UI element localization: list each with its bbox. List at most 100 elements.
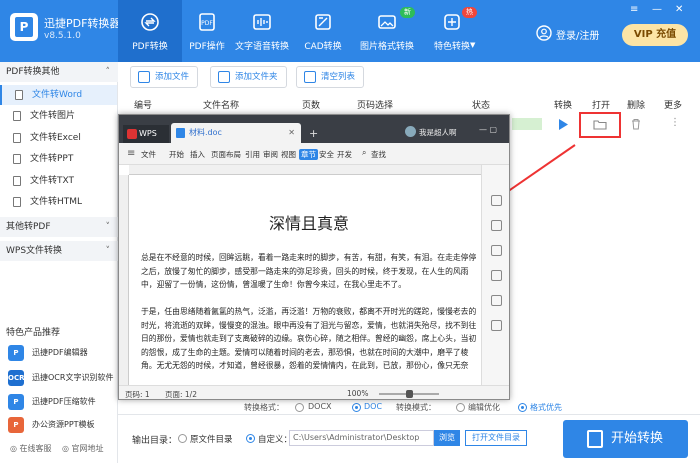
ribbon-reference[interactable]: 引用 xyxy=(245,149,260,160)
paragraph-1: 总是在不经意的时候，回眸远眺，看着一路走来时的脚步，有苦，有甜，有笑，有泪。在走… xyxy=(141,253,477,289)
product-ocr[interactable]: OCR 迅捷OCR文字识别软件 xyxy=(8,367,113,389)
vertical-ruler xyxy=(119,175,129,385)
login-link[interactable]: 登录/注册 xyxy=(556,27,599,42)
tab-pdf-convert[interactable]: PDF转换 xyxy=(118,0,182,62)
sidebar-item-to-ppt[interactable]: 文件转PPT xyxy=(0,149,117,169)
vip-button[interactable]: VIP 充值 xyxy=(622,24,688,46)
search-icon[interactable]: ⌕ xyxy=(362,148,366,158)
wps-doc-tab[interactable]: 材料.doc ✕ xyxy=(171,123,301,143)
online-service-link[interactable]: ◎ 在线客服 xyxy=(10,443,52,454)
output-label: 输出目录： xyxy=(132,436,178,446)
ribbon-view[interactable]: 视图 xyxy=(281,149,296,160)
sidebar-item-to-word[interactable]: 文件转Word xyxy=(0,85,117,105)
close-tab-icon[interactable]: ✕ xyxy=(288,123,295,143)
product-label: 迅捷OCR文字识别软件 xyxy=(32,373,114,382)
pdf-ops-icon: PDF xyxy=(199,13,215,31)
sidebar-item-to-excel[interactable]: 文件转Excel xyxy=(0,128,117,148)
product-ppt-template[interactable]: P 办公资源PPT模板 xyxy=(8,414,95,436)
group-label: PDF转换其他 xyxy=(6,67,60,77)
sidebar-item-to-image[interactable]: 文件转图片 xyxy=(0,106,117,126)
zoom-handle[interactable] xyxy=(406,390,413,398)
open-directory-button[interactable]: 打开文件目录 xyxy=(465,430,527,446)
tool-icon[interactable] xyxy=(491,220,502,231)
ribbon-find[interactable]: 查找 xyxy=(371,149,386,160)
wps-username: 我是超人啊 xyxy=(419,128,457,137)
wps-home-tab[interactable]: WPS xyxy=(123,125,169,143)
tool-icon[interactable] xyxy=(491,320,502,331)
hamburger-icon[interactable]: ≡ xyxy=(127,148,135,159)
format-label: 转换格式： xyxy=(244,403,284,412)
more-icon[interactable]: ⋮ xyxy=(670,117,680,128)
minimize-icon[interactable]: — xyxy=(652,4,662,15)
doc-radio[interactable] xyxy=(352,403,361,412)
start-convert-button[interactable]: 开始转换 xyxy=(563,420,688,458)
tab-text-speech[interactable]: 文字语音转换 xyxy=(230,0,294,62)
ribbon-layout[interactable]: 页面布局 xyxy=(211,149,241,160)
original-dir-label: 原文件目录 xyxy=(190,435,233,445)
original-dir-radio[interactable] xyxy=(178,434,187,443)
image-icon xyxy=(378,15,396,29)
website-link[interactable]: ◎ 官网地址 xyxy=(62,443,104,454)
trash-icon[interactable] xyxy=(631,118,641,130)
docx-radio[interactable] xyxy=(295,403,304,412)
ocr-icon: OCR xyxy=(8,370,24,386)
tab-label: PDF转换 xyxy=(132,42,168,52)
ribbon-file[interactable]: 文件 xyxy=(141,149,156,160)
ribbon-section[interactable]: 章节 xyxy=(299,149,318,160)
ribbon-review[interactable]: 审阅 xyxy=(263,149,278,160)
browse-button[interactable]: 浏览 xyxy=(434,430,460,446)
feature-icon xyxy=(444,14,460,30)
pdf-editor-icon: P xyxy=(8,345,24,361)
file-icon xyxy=(13,133,21,143)
avatar[interactable] xyxy=(405,126,416,137)
wps-window[interactable]: WPS 材料.doc ✕ + 我是超人啊 — ▢ ≡ 文件 开始 插入 页面布局 … xyxy=(118,114,510,400)
add-file-button[interactable]: 添加文件 xyxy=(130,66,199,88)
tab-label: 图片格式转换 xyxy=(359,42,414,52)
window-controls-icon[interactable]: — ▢ xyxy=(479,125,497,134)
chevron-down-icon: ˅ xyxy=(105,246,111,256)
close-icon[interactable]: ✕ xyxy=(675,4,683,15)
output-path-input[interactable]: C:\Users\Administrator\Desktop xyxy=(289,430,434,446)
clear-list-button[interactable]: 清空列表 xyxy=(296,66,365,88)
folder-icon[interactable] xyxy=(593,119,607,130)
tool-icon[interactable] xyxy=(491,295,502,306)
app-logo: P xyxy=(10,13,38,41)
sidebar-group-pdf-other[interactable]: PDF转换其他 ˄ xyxy=(0,62,118,82)
file-icon xyxy=(13,197,21,207)
product-label: 迅捷PDF编辑器 xyxy=(32,348,88,357)
ribbon-security[interactable]: 安全 xyxy=(319,149,334,160)
add-file-icon xyxy=(138,71,150,83)
ribbon-insert[interactable]: 插入 xyxy=(190,149,205,160)
col-header-filename: 文件名称 xyxy=(203,101,240,111)
format-mode-radio[interactable] xyxy=(518,403,527,412)
button-label: 添加文件夹 xyxy=(235,72,278,82)
tab-cad[interactable]: CAD转换 xyxy=(291,0,355,62)
add-folder-button[interactable]: 添加文件夹 xyxy=(210,66,287,88)
menu-icon[interactable]: ≡ xyxy=(630,4,638,15)
sidebar-item-to-html[interactable]: 文件转HTML xyxy=(0,192,117,212)
sidebar-group-other-to-pdf[interactable]: 其他转PDF ˅ xyxy=(0,217,118,237)
col-header-delete: 删除 xyxy=(627,101,646,111)
tool-icon[interactable] xyxy=(491,270,502,281)
hot-badge: 热 xyxy=(462,7,477,18)
docx-label: DOCX xyxy=(308,402,332,411)
col-header-open: 打开 xyxy=(592,101,611,111)
sidebar-item-to-txt[interactable]: 文件转TXT xyxy=(0,171,117,191)
ribbon-home[interactable]: 开始 xyxy=(169,149,184,160)
zoom-level: 100% xyxy=(347,389,369,398)
new-tab-icon[interactable]: + xyxy=(309,127,318,140)
tool-icon[interactable] xyxy=(491,195,502,206)
tool-icon[interactable] xyxy=(491,245,502,256)
ribbon-developer[interactable]: 开发 xyxy=(337,149,352,160)
sidebar-item-label: 文件转图片 xyxy=(30,111,76,121)
file-icon xyxy=(13,154,21,164)
sidebar-group-wps[interactable]: WPS文件转换 ˅ xyxy=(0,241,118,261)
product-pdf-editor[interactable]: P 迅捷PDF编辑器 xyxy=(8,342,88,364)
custom-dir-radio[interactable] xyxy=(246,434,255,443)
play-icon[interactable] xyxy=(558,119,568,130)
convert-icon xyxy=(141,13,159,31)
edit-mode-radio[interactable] xyxy=(456,403,465,412)
product-compress[interactable]: P 迅捷PDF压缩软件 xyxy=(8,391,96,413)
sidebar-item-label: 文件转Excel xyxy=(30,133,81,143)
add-folder-icon xyxy=(218,71,230,83)
